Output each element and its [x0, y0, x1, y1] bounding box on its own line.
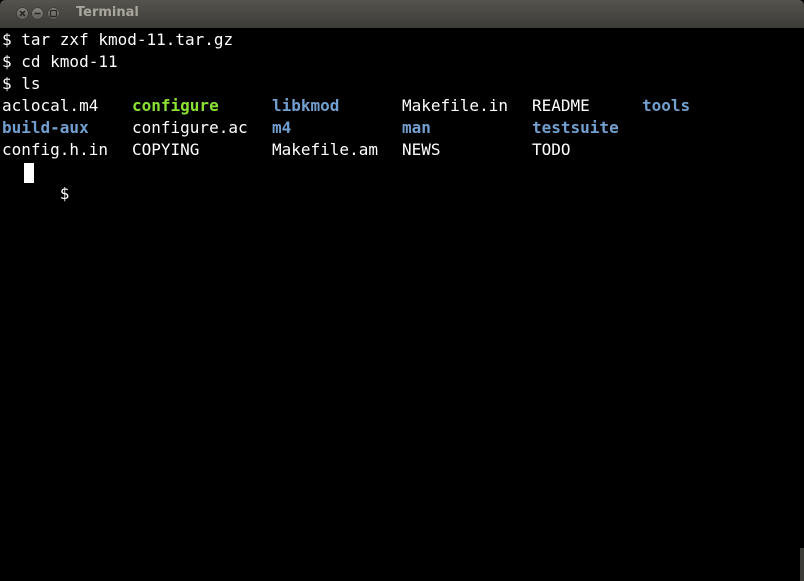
- window-title: Terminal: [76, 5, 139, 20]
- ls-row: build-aux configure.ac m4 man testsuite: [2, 117, 619, 139]
- ls-entry: Makefile.in: [402, 96, 508, 115]
- ls-entry: aclocal.m4: [2, 96, 99, 115]
- ls-row: config.h.in COPYING Makefile.am NEWS TOD…: [2, 139, 571, 161]
- scrollbar[interactable]: [800, 548, 804, 581]
- ls-entry: m4: [272, 118, 292, 137]
- ls-entry: testsuite: [532, 118, 619, 137]
- minimize-button[interactable]: [31, 7, 44, 20]
- maximize-button[interactable]: [47, 7, 60, 20]
- terminal-content[interactable]: $ tar zxf kmod-11.tar.gz $ cd kmod-11 $ …: [0, 28, 804, 581]
- ls-row: aclocal.m4 configure libkmod Makefile.in…: [2, 95, 690, 117]
- ls-entry: libkmod: [272, 96, 340, 115]
- command-line: $ ls: [2, 74, 41, 93]
- command-line: $ tar zxf kmod-11.tar.gz: [2, 30, 234, 49]
- ls-entry: TODO: [532, 140, 571, 159]
- text-cursor: [24, 163, 34, 183]
- ls-entry: man: [402, 118, 431, 137]
- ls-entry: NEWS: [402, 140, 441, 159]
- close-icon: [19, 10, 26, 17]
- close-button[interactable]: [16, 7, 29, 20]
- ls-entry: COPYING: [132, 140, 200, 159]
- command-line: $ cd kmod-11: [2, 52, 118, 71]
- minimize-icon: [34, 12, 41, 15]
- prompt-line: $: [2, 161, 69, 203]
- ls-entry: build-aux: [2, 118, 89, 137]
- prompt: $: [59, 184, 70, 203]
- ls-entry: configure: [132, 96, 219, 115]
- ls-entry: configure.ac: [132, 118, 248, 137]
- maximize-icon: [49, 9, 58, 18]
- ls-entry: tools: [642, 96, 691, 115]
- ls-entry: config.h.in: [2, 140, 108, 159]
- title-bar[interactable]: Terminal: [0, 0, 804, 28]
- ls-entry: README: [532, 96, 590, 115]
- ls-entry: Makefile.am: [272, 140, 378, 159]
- terminal-window: Terminal $ tar zxf kmod-11.tar.gz $ cd k…: [0, 0, 804, 581]
